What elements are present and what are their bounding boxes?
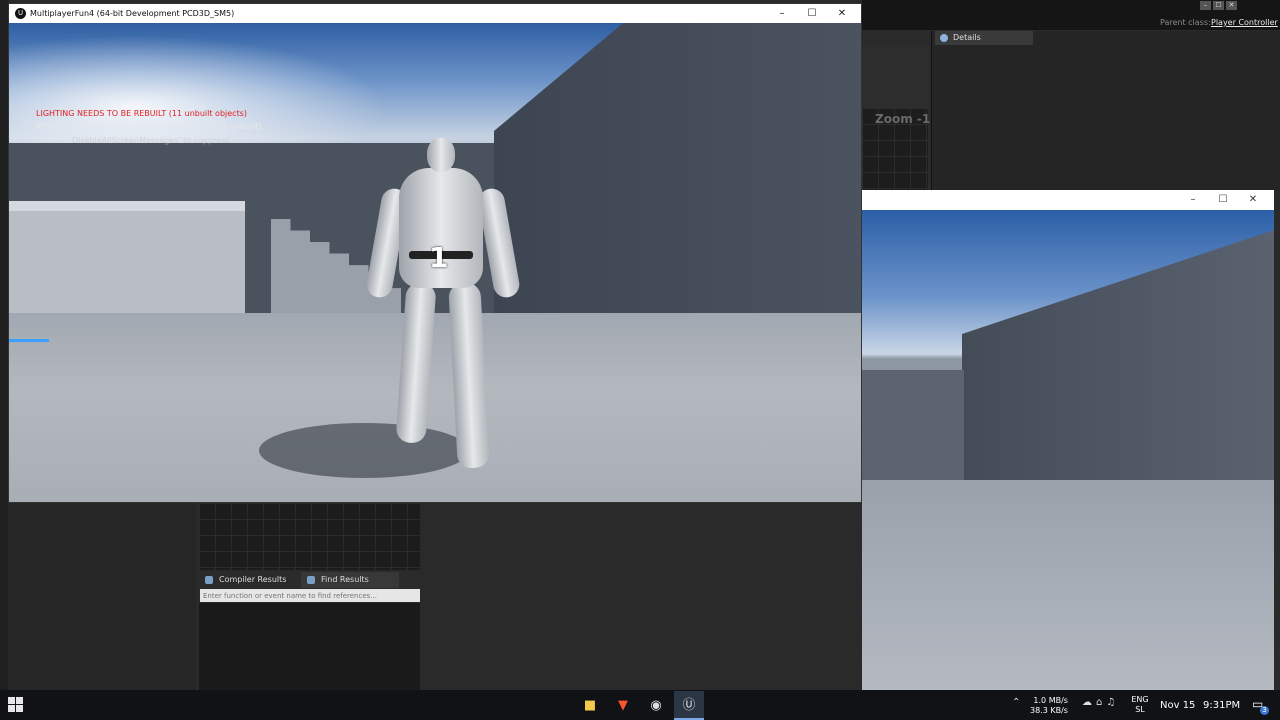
system-tray-icons[interactable]: ☁⌂♫ [1082, 697, 1119, 708]
network-up-speed: 1.0 MB/s [1033, 696, 1068, 705]
minimize-button[interactable]: – [767, 4, 797, 23]
close-button[interactable]: ✕ [827, 4, 857, 23]
tab-compiler-results-label: Compiler Results [219, 575, 287, 584]
character-shadow [259, 423, 469, 478]
game-viewport-2[interactable] [862, 210, 1274, 690]
details-panel [931, 31, 1280, 191]
player-number-label: 1 [429, 241, 449, 274]
taskbar-date[interactable]: Nov 15 [1160, 700, 1195, 711]
game-window-2-controls: – ☐ ✕ [1178, 190, 1268, 210]
editor-close-button[interactable]: ✕ [1226, 1, 1237, 10]
language-indicator[interactable]: ENG SL [1130, 695, 1150, 715]
windows-start-icon[interactable] [8, 697, 24, 713]
wall-block [862, 370, 964, 485]
compiler-icon [205, 576, 213, 584]
blue-marker [9, 339, 49, 342]
chevron-up-icon[interactable]: ⌃ [1012, 697, 1020, 708]
left-block [9, 201, 245, 316]
editor-left-strip [0, 0, 8, 690]
reflection-warning: REFLECTION CAPTURES NEED TO BE REBUILT (… [36, 122, 262, 131]
language-top: ENG [1131, 695, 1149, 704]
character-head [427, 138, 455, 172]
network-speed: 1.0 MB/s 38.3 KB/s [1030, 696, 1068, 716]
tab-compiler-results[interactable]: Compiler Results [199, 572, 299, 588]
game-window-1-titlebar[interactable]: U MultiplayerFun4 (64-bit Development PC… [9, 4, 861, 23]
left-block-top [9, 201, 245, 211]
search-icon [307, 576, 315, 584]
game-window-1-controls: – ☐ ✕ [767, 4, 857, 23]
language-bottom: SL [1135, 705, 1145, 714]
event-graph-panel[interactable] [199, 503, 420, 570]
parent-class-link[interactable]: Player Controller [1211, 18, 1278, 27]
tab-find-results[interactable]: Find Results [301, 572, 399, 588]
wall [962, 230, 1274, 490]
game-viewport-1[interactable]: 1 LIGHTING NEEDS TO BE REBUILT (11 unbui… [9, 23, 861, 502]
obs-icon[interactable]: ◉ [641, 691, 671, 720]
taskbar-search-icon[interactable] [35, 700, 43, 710]
notification-badge: 3 [1260, 706, 1269, 715]
editor-window-controls[interactable]: – ☐ ✕ [1198, 0, 1280, 10]
parent-class-label: Parent class: [1160, 18, 1211, 27]
results-tab-bar: Compiler Results Find Results [199, 572, 420, 588]
suppress-hint: DisableAllScreenMessages' to suppress [72, 136, 230, 145]
minimize-button[interactable]: – [1178, 190, 1208, 210]
tab-details[interactable]: Details [935, 31, 1033, 45]
close-button[interactable]: ✕ [1238, 190, 1268, 210]
editor-left-column [8, 503, 196, 690]
floor [862, 480, 1274, 690]
find-references-input[interactable] [200, 589, 420, 602]
maximize-button[interactable]: ☐ [1208, 190, 1238, 210]
lighting-warning: LIGHTING NEEDS TO BE REBUILT (11 unbuilt… [36, 109, 247, 118]
details-icon [940, 34, 948, 42]
brave-icon[interactable]: ▼ [608, 691, 638, 720]
maximize-button[interactable]: ☐ [797, 4, 827, 23]
floor [9, 313, 861, 502]
editor-minimize-button[interactable]: – [1200, 1, 1211, 10]
unreal-icon: U [15, 8, 26, 19]
window-title: MultiplayerFun4 (64-bit Development PCD3… [30, 9, 235, 18]
network-down-speed: 38.3 KB/s [1030, 706, 1068, 715]
game-window-2[interactable]: – ☐ ✕ [862, 190, 1274, 690]
explorer-icon[interactable]: ■ [575, 691, 605, 720]
tab-find-results-label: Find Results [321, 575, 369, 584]
zoom-label: Zoom -1 [875, 112, 931, 126]
taskbar-time[interactable]: 9:31PM [1203, 700, 1240, 711]
find-results-list [199, 603, 420, 690]
editor-maximize-button[interactable]: ☐ [1213, 1, 1224, 10]
unreal-icon[interactable]: Ⓤ [674, 691, 704, 720]
game-window-1[interactable]: U MultiplayerFun4 (64-bit Development PC… [8, 3, 862, 503]
